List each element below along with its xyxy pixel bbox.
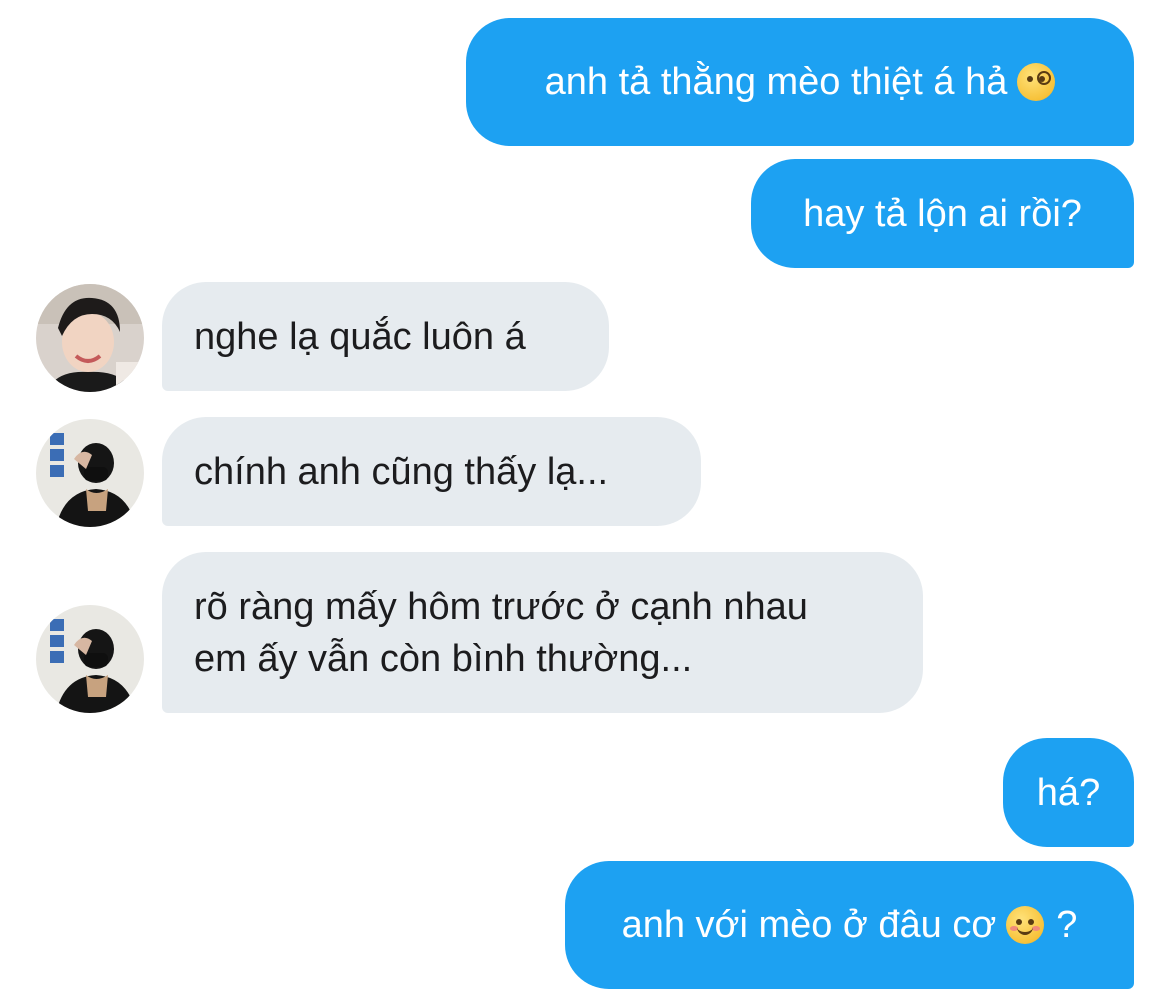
message-bubble-incoming[interactable]: nghe lạ quắc luôn á bbox=[162, 282, 609, 391]
message-text: ? bbox=[1056, 904, 1078, 946]
message-text-line: rõ ràng mấy hôm trước ở cạnh nhau bbox=[194, 585, 808, 628]
avatar[interactable] bbox=[36, 605, 144, 713]
message-text: hay tả lộn ai rồi? bbox=[803, 192, 1082, 235]
message-text: nghe lạ quắc luôn á bbox=[194, 315, 526, 358]
avatar[interactable] bbox=[36, 284, 144, 392]
message-text: chính anh cũng thấy lạ... bbox=[194, 450, 609, 493]
avatar[interactable] bbox=[36, 419, 144, 527]
face-with-monocle-icon bbox=[1017, 63, 1056, 101]
message-text: anh tả thằng mèo thiệt á hả bbox=[544, 61, 1008, 103]
message-bubble-outgoing[interactable]: hay tả lộn ai rồi? bbox=[751, 159, 1134, 268]
message-text: há? bbox=[1036, 771, 1101, 814]
message-text: anh với mèo ở đâu cơ bbox=[621, 904, 997, 946]
message-text-line: em ấy vẫn còn bình thường... bbox=[194, 637, 693, 680]
message-bubble-outgoing[interactable]: anh với mèo ở đâu cơ ? bbox=[565, 861, 1134, 989]
message-bubble-outgoing[interactable]: anh tả thằng mèo thiệt á hả bbox=[466, 18, 1134, 146]
message-bubble-incoming[interactable]: rõ ràng mấy hôm trước ở cạnh nhau em ấy … bbox=[162, 552, 923, 713]
smiling-face-icon bbox=[1006, 906, 1045, 944]
message-bubble-outgoing[interactable]: há? bbox=[1003, 738, 1134, 847]
message-bubble-incoming[interactable]: chính anh cũng thấy lạ... bbox=[162, 417, 701, 526]
